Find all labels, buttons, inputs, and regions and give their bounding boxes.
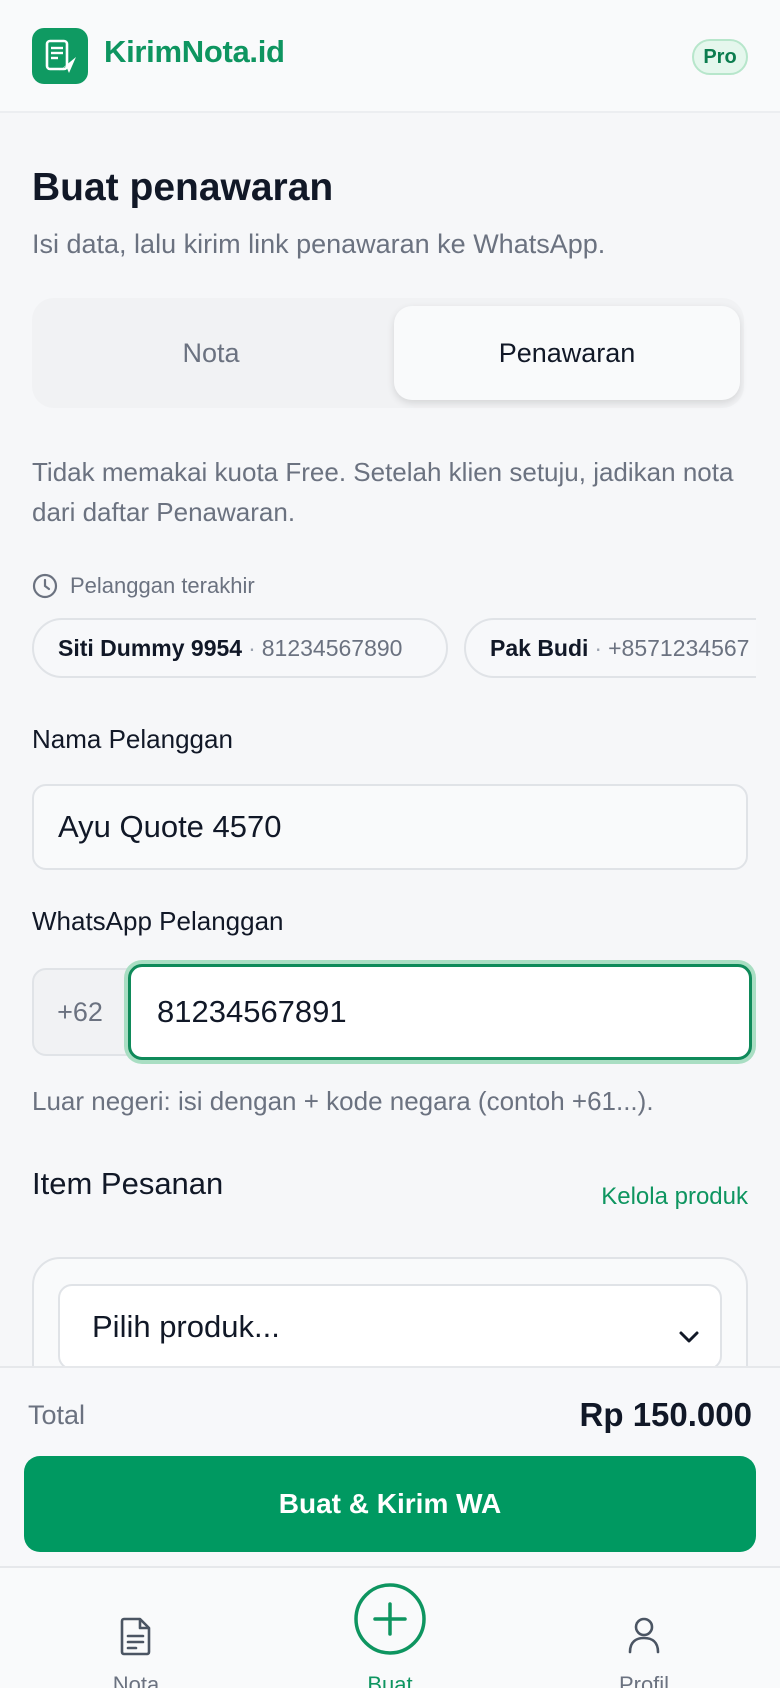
- clock-icon: [32, 573, 58, 599]
- document-icon: [118, 1616, 154, 1661]
- product-select[interactable]: Pilih produk...: [58, 1284, 722, 1370]
- chip-separator: ·: [248, 634, 256, 661]
- tab-nota-label: Nota: [112, 1672, 160, 1688]
- chevron-down-icon: [678, 1316, 700, 1352]
- brand-name[interactable]: KirimNota.id: [104, 34, 285, 70]
- total-value: Rp 150.000: [579, 1396, 752, 1433]
- logo-icon[interactable]: [32, 28, 88, 84]
- items-section-title: Item Pesanan: [32, 1166, 224, 1201]
- manage-products-link[interactable]: Kelola produk: [601, 1183, 748, 1211]
- page-subtitle: Isi data, lalu kirim link penawaran ke W…: [32, 229, 606, 259]
- create-send-wa-button[interactable]: Buat & Kirim WA: [24, 1456, 756, 1552]
- customer-name-label: Nama Pelanggan: [32, 724, 233, 754]
- recent-customers-text: Pelanggan terakhir: [70, 573, 255, 598]
- segment-nota[interactable]: Nota: [38, 306, 384, 400]
- country-code-prefix: +62: [32, 968, 128, 1056]
- recent-customers-label: Pelanggan terakhir: [32, 571, 255, 601]
- pro-badge: Pro: [692, 39, 748, 75]
- quota-info-text: Tidak memakai kuota Free. Setelah klien …: [32, 457, 734, 527]
- product-select-value: Pilih produk...: [92, 1309, 280, 1344]
- tab-buat-label: Buat: [367, 1672, 413, 1688]
- chip-name: Pak Budi: [490, 634, 589, 661]
- chip-phone: 81234567890: [261, 634, 403, 661]
- whatsapp-label: WhatsApp Pelanggan: [32, 906, 284, 936]
- chip-name: Siti Dummy 9954: [58, 634, 243, 661]
- customer-name-input[interactable]: Ayu Quote 4570: [32, 784, 748, 870]
- segment-penawaran[interactable]: Penawaran: [394, 306, 740, 400]
- document-type-switch: Nota Penawaran: [32, 298, 744, 408]
- whatsapp-hint: Luar negeri: isi dengan + kode negara (c…: [32, 1086, 654, 1116]
- user-icon: [627, 1616, 661, 1659]
- tab-profil-label: Profil: [618, 1672, 670, 1688]
- recent-customer-chip[interactable]: Siti Dummy 9954 · 81234567890: [32, 618, 448, 678]
- recent-customers-list: Siti Dummy 9954 · 81234567890 Pak Budi ·…: [32, 618, 756, 680]
- recent-customer-chip[interactable]: Pak Budi · +8571234567: [464, 618, 756, 678]
- bottom-tab-bar: Nota Buat Profil: [0, 1566, 780, 1688]
- tab-profil[interactable]: Profil: [544, 1568, 744, 1688]
- top-bar: KirimNota.id Pro: [0, 0, 780, 113]
- chip-phone: +8571234567: [608, 634, 750, 661]
- plus-circle-icon: [353, 1582, 427, 1661]
- tab-nota[interactable]: Nota: [36, 1568, 236, 1688]
- chip-separator: ·: [594, 634, 603, 661]
- total-label: Total: [28, 1400, 86, 1430]
- whatsapp-input[interactable]: 81234567891: [128, 964, 752, 1060]
- tab-buat[interactable]: Buat: [290, 1568, 490, 1688]
- page-title: Buat penawaran: [32, 166, 334, 209]
